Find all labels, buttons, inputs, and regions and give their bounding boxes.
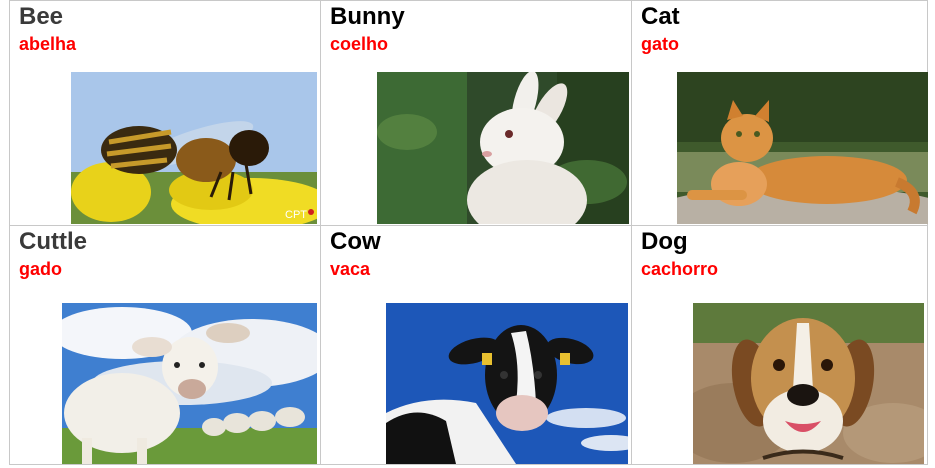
cow-photo (386, 303, 628, 464)
english-word: Dog (641, 228, 688, 255)
portuguese-word: coelho (330, 34, 389, 54)
cat-photo (677, 72, 928, 224)
english-word: Cow (330, 228, 381, 255)
portuguese-word: gato (641, 34, 679, 54)
vocabulary-grid: Bee abelha CPT Bunny coelho Cat gato Cut… (9, 0, 928, 465)
card-bunny: Bunny coelho (321, 1, 632, 226)
english-word: Bunny (330, 3, 405, 30)
watermark-text: CPT (285, 209, 307, 221)
cattle-photo (62, 303, 317, 464)
card-cow: Cow vaca (321, 226, 632, 464)
card-bee: Bee abelha CPT (10, 1, 321, 226)
bee-photo: CPT (71, 72, 317, 224)
card-dog: Dog cachorro (632, 226, 928, 464)
card-cattle: Cuttle gado (10, 226, 321, 464)
card-cat: Cat gato (632, 1, 928, 226)
bunny-photo (377, 72, 629, 224)
dog-photo (693, 303, 924, 464)
portuguese-word: abelha (19, 34, 77, 54)
english-word: Cuttle (19, 228, 87, 255)
portuguese-word: vaca (330, 259, 371, 279)
portuguese-word: gado (19, 259, 62, 279)
portuguese-word: cachorro (641, 259, 719, 279)
english-word: Cat (641, 3, 680, 30)
english-word: Bee (19, 3, 64, 30)
